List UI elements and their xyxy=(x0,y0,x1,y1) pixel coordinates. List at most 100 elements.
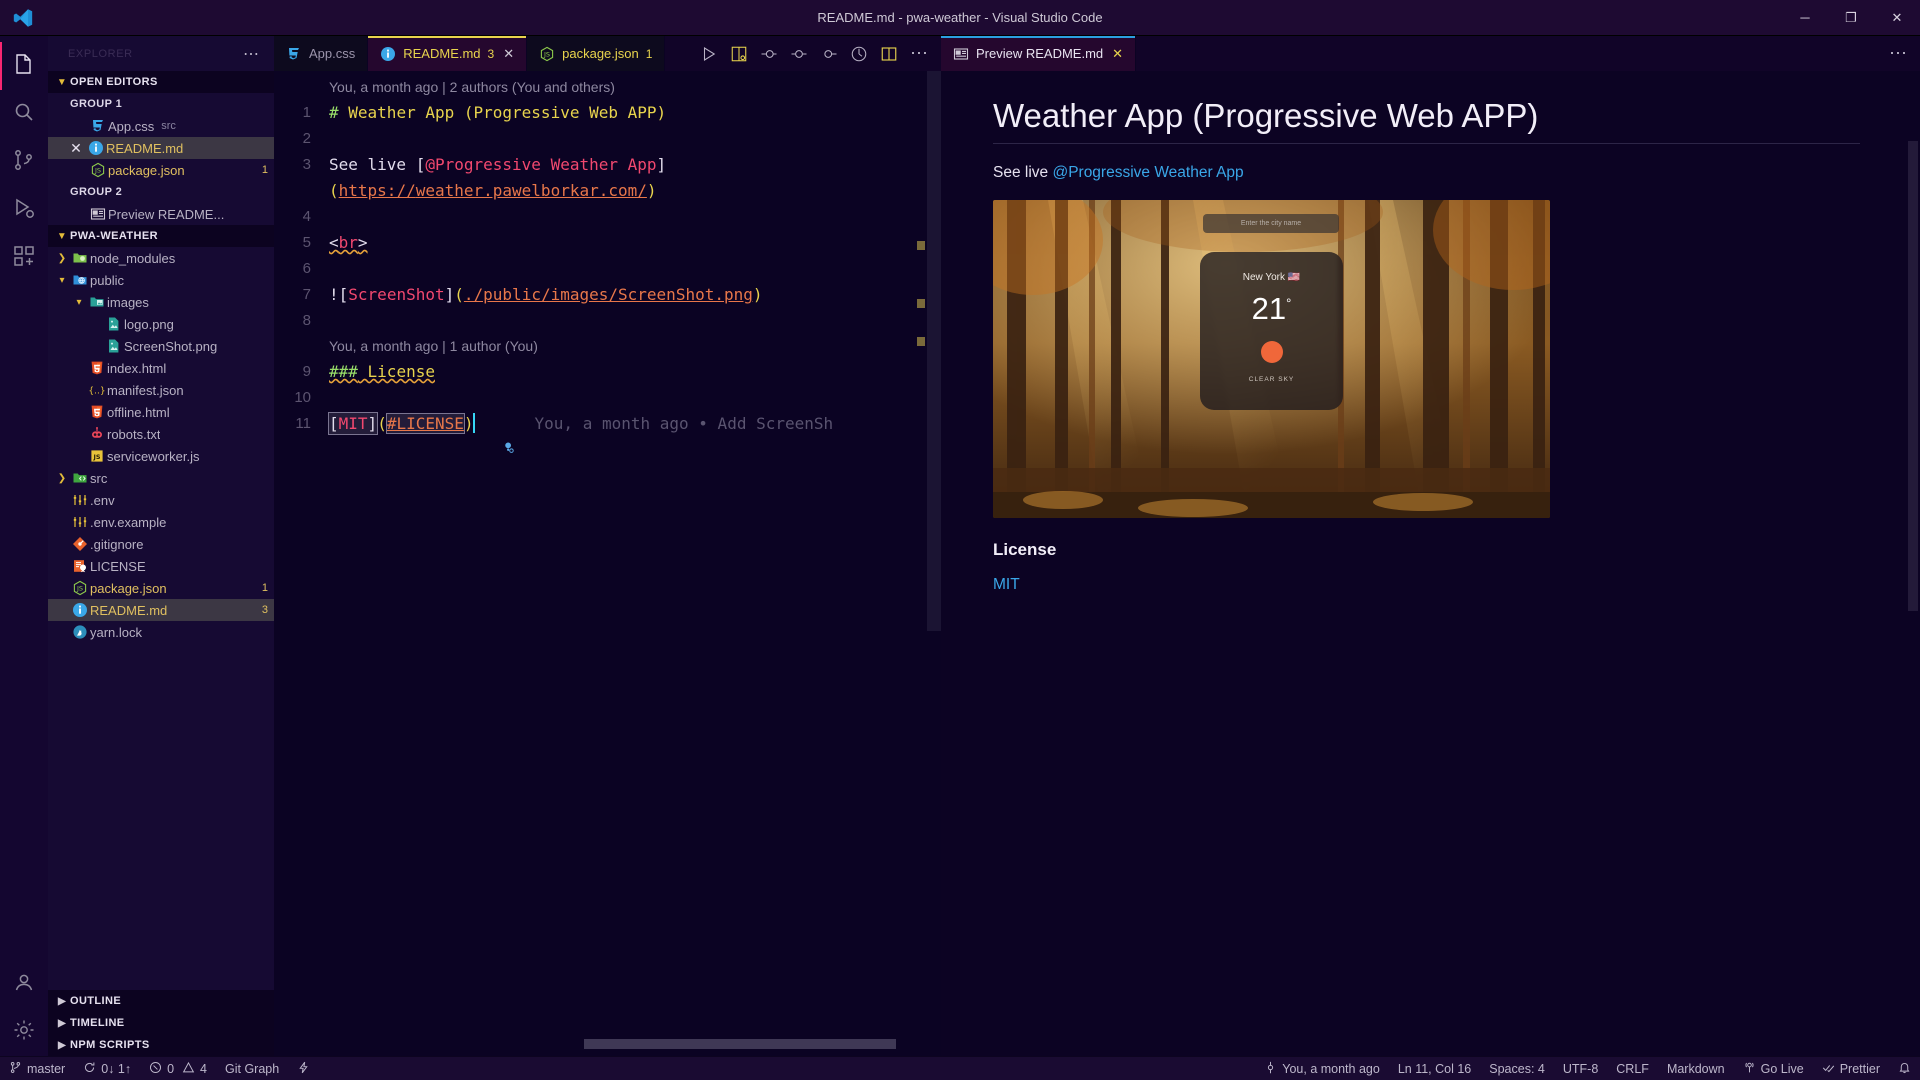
section-open-editors[interactable]: ▼ OPEN EDITORS xyxy=(48,71,274,93)
play-icon[interactable] xyxy=(699,44,719,64)
status-language-mode[interactable]: Markdown xyxy=(1658,1057,1734,1080)
close-icon[interactable]: ✕ xyxy=(66,140,86,157)
debug-step2-icon[interactable] xyxy=(819,44,839,64)
file-tree-item-env-example[interactable]: .env.example xyxy=(48,511,274,533)
line-number: 4 xyxy=(274,204,329,230)
file-tree-item-env[interactable]: .env xyxy=(48,489,274,511)
markdown-preview[interactable]: Weather App (Progressive Web APP) See li… xyxy=(941,71,1920,1056)
file-tree-item-gitignore[interactable]: .gitignore xyxy=(48,533,274,555)
line3-url-part1[interactable]: https:// xyxy=(339,181,416,200)
open-editor-preview-readme[interactable]: Preview README... xyxy=(48,203,274,225)
code-editor[interactable]: You, a month ago | 2 authors (You and ot… xyxy=(274,71,941,1056)
chevron-right-icon[interactable]: ❯ xyxy=(54,473,70,484)
activity-extensions[interactable] xyxy=(0,234,48,282)
status-sync[interactable]: 0↓ 1↑ xyxy=(74,1057,140,1080)
workspace-file-tree: ❯node_modules▾public▾images logo.png Scr… xyxy=(48,247,274,643)
open-editor-app-css[interactable]: App.css src xyxy=(48,115,274,137)
ellipsis-icon[interactable]: ⋯ xyxy=(909,44,929,64)
section-npm-scripts[interactable]: ▶ NPM SCRIPTS xyxy=(48,1034,274,1056)
tab-package-json[interactable]: JS package.json 1 xyxy=(527,36,665,71)
source-control-icon xyxy=(12,148,36,177)
file-tree-item-yarn-lock[interactable]: yarn.lock xyxy=(48,621,274,643)
close-icon[interactable]: ✕ xyxy=(1112,46,1123,62)
close-button[interactable]: ✕ xyxy=(1874,0,1920,36)
status-indentation[interactable]: Spaces: 4 xyxy=(1480,1057,1554,1080)
minimap[interactable] xyxy=(879,71,927,1056)
preview-mit-link[interactable]: MIT xyxy=(993,576,1860,594)
status-lightning[interactable] xyxy=(288,1057,319,1080)
file-tree-item-src[interactable]: ❯src xyxy=(48,467,274,489)
svg-text:JS: JS xyxy=(76,585,83,593)
status-notifications[interactable] xyxy=(1889,1057,1920,1080)
section-timeline[interactable]: ▶ TIMELINE xyxy=(48,1012,274,1034)
line7-path[interactable]: ./public/images/ScreenShot.png xyxy=(464,285,753,304)
file-tree-item-robots-txt[interactable]: robots.txt xyxy=(48,423,274,445)
tab-label: README.md xyxy=(403,46,480,61)
tab-preview-readme[interactable]: Preview README.md ✕ xyxy=(941,36,1136,71)
close-icon[interactable]: ✕ xyxy=(503,46,514,62)
chevron-down-icon[interactable]: ▾ xyxy=(54,275,70,286)
status-bar: master 0↓ 1↑ 0 4 Git Graph xyxy=(0,1056,1920,1080)
split-editor-icon[interactable] xyxy=(879,44,899,64)
vscode-logo-icon[interactable] xyxy=(0,7,46,29)
debug-console-icon[interactable] xyxy=(849,44,869,64)
minimize-button[interactable]: ─ xyxy=(1782,0,1828,36)
section-outline[interactable]: ▶ OUTLINE xyxy=(48,990,274,1012)
open-editor-package-json[interactable]: JS package.json 1 xyxy=(48,159,274,181)
git-commit-icon xyxy=(1264,1061,1277,1077)
preview-heading-3: License xyxy=(993,540,1860,560)
status-cursor-position[interactable]: Ln 11, Col 16 xyxy=(1389,1057,1480,1080)
status-git-graph[interactable]: Git Graph xyxy=(216,1057,288,1080)
status-eol[interactable]: CRLF xyxy=(1607,1057,1658,1080)
activity-manage[interactable] xyxy=(0,1008,48,1056)
editor-horizontal-scrollbar[interactable] xyxy=(584,1039,896,1049)
file-tree-item-index-html[interactable]: index.html xyxy=(48,357,274,379)
chevron-right-icon[interactable]: ❯ xyxy=(54,253,70,264)
flag-icon: 🇺🇸 xyxy=(1288,272,1300,283)
file-tree-item-package-json[interactable]: JSpackage.json1 xyxy=(48,577,274,599)
twisty-placeholder xyxy=(54,539,70,550)
ellipsis-icon[interactable]: ⋯ xyxy=(243,44,266,64)
preview-scrollbar[interactable] xyxy=(1908,141,1918,611)
file-tree-item-screenshot-png[interactable]: ScreenShot.png xyxy=(48,335,274,357)
file-tree-item-images[interactable]: ▾images xyxy=(48,291,274,313)
status-problems[interactable]: 0 4 xyxy=(140,1057,216,1080)
debug-alt-icon[interactable] xyxy=(759,44,779,64)
preview-link[interactable]: @Progressive Weather App xyxy=(1052,164,1243,181)
file-tree-item-offline-html[interactable]: offline.html xyxy=(48,401,274,423)
codelens-blame-mid[interactable]: You, a month ago | 1 author (You) xyxy=(274,334,941,359)
line3-url-part2[interactable]: weather.pawelborkar.com/ xyxy=(416,181,647,200)
status-git-blame[interactable]: You, a month ago xyxy=(1255,1057,1389,1080)
tab-app-css[interactable]: App.css xyxy=(274,36,368,71)
section-pwa-weather[interactable]: ▼ PWA-WEATHER xyxy=(48,225,274,247)
file-tree-item-public[interactable]: ▾public xyxy=(48,269,274,291)
heading-text: Weather App (Progressive Web APP) xyxy=(339,103,667,122)
file-tree-item-node-modules[interactable]: ❯node_modules xyxy=(48,247,274,269)
activity-run-debug[interactable] xyxy=(0,186,48,234)
ellipsis-icon[interactable]: ⋯ xyxy=(1888,44,1908,64)
debug-step-icon[interactable] xyxy=(789,44,809,64)
activity-explorer[interactable] xyxy=(0,42,48,90)
file-tree-item-readme-md[interactable]: README.md3 xyxy=(48,599,274,621)
status-prettier[interactable]: Prettier xyxy=(1813,1057,1889,1080)
file-tree-item-manifest-json[interactable]: {..}manifest.json xyxy=(48,379,274,401)
status-encoding[interactable]: UTF-8 xyxy=(1554,1057,1607,1080)
status-go-live[interactable]: Go Live xyxy=(1734,1057,1813,1080)
chevron-down-icon[interactable]: ▾ xyxy=(71,297,87,308)
file-tree-item-label: .gitignore xyxy=(90,537,143,552)
line11-anchor[interactable]: #LICENSE xyxy=(387,414,464,433)
file-tree-item-license[interactable]: LICENSE xyxy=(48,555,274,577)
file-tree-item-label: README.md xyxy=(90,603,167,618)
open-editor-readme-md[interactable]: ✕ README.md xyxy=(48,137,274,159)
maximize-button[interactable]: ❐ xyxy=(1828,0,1874,36)
activity-accounts[interactable] xyxy=(0,960,48,1008)
open-preview-icon[interactable] xyxy=(729,44,749,64)
activity-source-control[interactable] xyxy=(0,138,48,186)
status-branch[interactable]: master xyxy=(0,1057,74,1080)
activity-search[interactable] xyxy=(0,90,48,138)
file-tree-item-serviceworker-js[interactable]: JSserviceworker.js xyxy=(48,445,274,467)
editor-vertical-scrollbar[interactable] xyxy=(927,71,941,1056)
codelens-blame-top[interactable]: You, a month ago | 2 authors (You and ot… xyxy=(274,75,941,100)
file-tree-item-logo-png[interactable]: logo.png xyxy=(48,313,274,335)
tab-readme-md[interactable]: README.md 3 ✕ xyxy=(368,36,527,71)
